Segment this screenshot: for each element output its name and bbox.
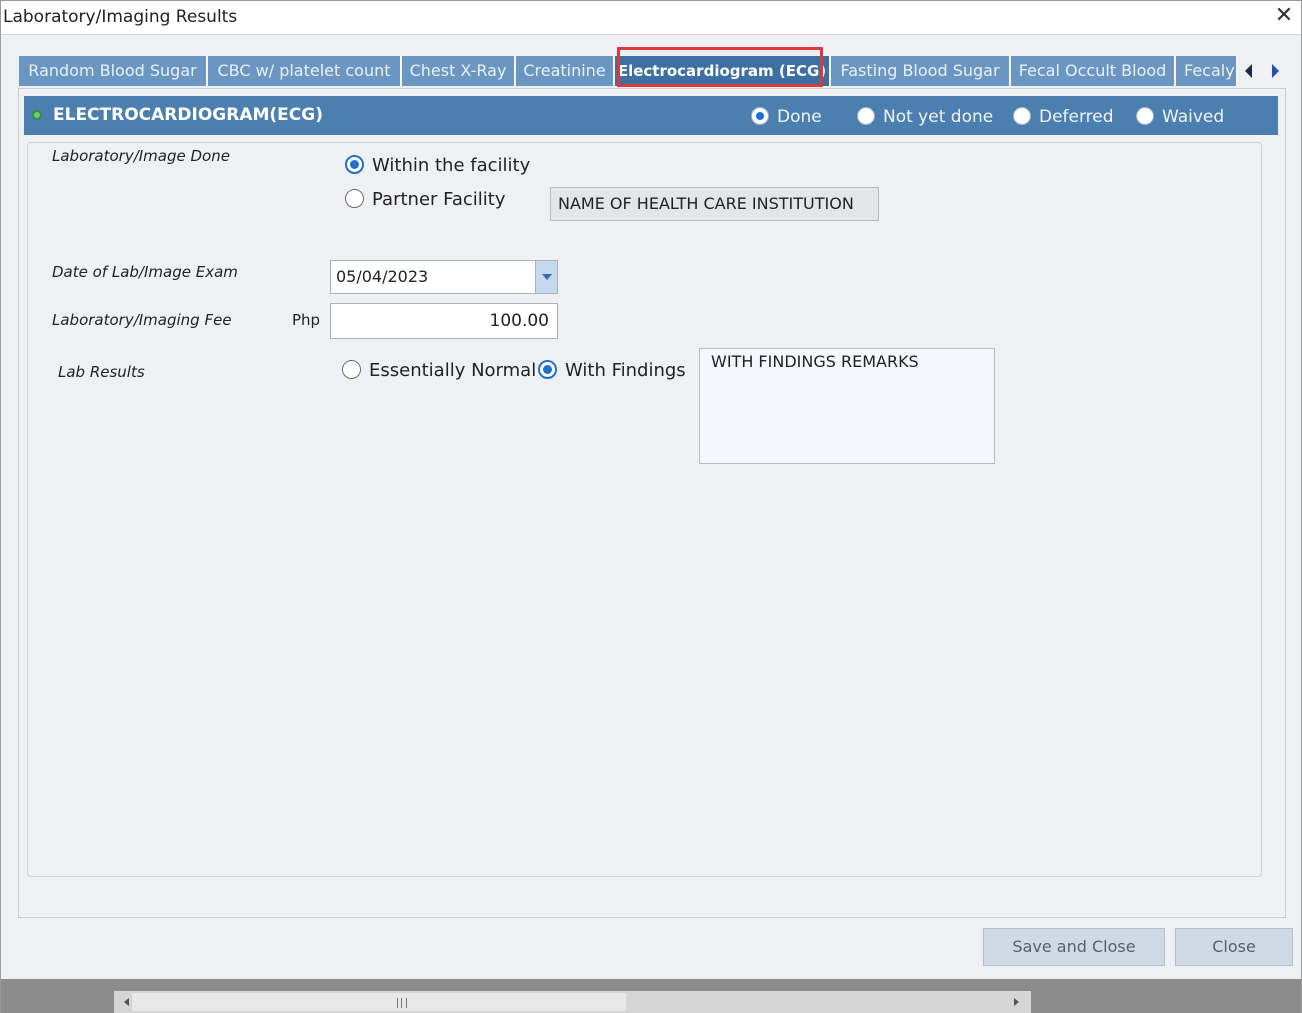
test-tabstrip: Random Blood Sugar CBC w/ platelet count… xyxy=(19,56,1281,88)
with-findings-label: With Findings xyxy=(565,360,686,381)
lab-results-label: Lab Results xyxy=(58,363,145,381)
radio-icon xyxy=(751,107,769,125)
exam-date-value: 05/04/2023 xyxy=(336,267,429,286)
status-deferred-radio[interactable]: Deferred xyxy=(1013,107,1114,127)
within-facility-radio[interactable]: Within the facility xyxy=(345,155,530,176)
status-not-yet-done-label: Not yet done xyxy=(883,107,994,127)
section-title: ELECTROCARDIOGRAM(ECG) xyxy=(53,105,323,125)
tab-scroll-left-icon[interactable] xyxy=(1245,64,1252,78)
window-title: Laboratory/Imaging Results xyxy=(3,7,238,27)
status-done-label: Done xyxy=(777,107,822,127)
exam-date-picker[interactable]: 05/04/2023 xyxy=(330,260,558,294)
tab-fasting-blood-sugar[interactable]: Fasting Blood Sugar xyxy=(831,56,1010,86)
status-done-radio[interactable]: Done xyxy=(751,107,822,127)
fee-input[interactable]: 100.00 xyxy=(330,303,558,339)
radio-icon xyxy=(345,155,364,174)
close-button[interactable]: Close xyxy=(1175,928,1293,966)
status-waived-label: Waived xyxy=(1162,107,1225,127)
tab-fecal-occult-blood[interactable]: Fecal Occult Blood xyxy=(1011,56,1175,86)
tab-scroll-right-icon[interactable] xyxy=(1272,64,1279,78)
status-deferred-label: Deferred xyxy=(1039,107,1114,127)
institution-name-field[interactable]: NAME OF HEALTH CARE INSTITUTION xyxy=(550,187,879,221)
scroll-right-icon[interactable] xyxy=(1014,998,1019,1006)
section-header: ELECTROCARDIOGRAM(ECG) Done Not yet done… xyxy=(24,96,1278,135)
date-label: Date of Lab/Image Exam xyxy=(52,263,238,281)
horizontal-scrollbar-area xyxy=(1,979,1301,1013)
radio-icon xyxy=(342,360,361,379)
partner-facility-radio[interactable]: Partner Facility xyxy=(345,189,505,210)
radio-icon xyxy=(1136,107,1154,125)
form-content-box xyxy=(27,142,1262,877)
save-and-close-button[interactable]: Save and Close xyxy=(983,928,1165,966)
tab-chest-xray[interactable]: Chest X-Ray xyxy=(402,56,515,86)
lab-imaging-results-window: Laboratory/Imaging Results ✕ Random Bloo… xyxy=(0,0,1302,1013)
essentially-normal-label: Essentially Normal xyxy=(369,360,537,381)
tab-random-blood-sugar[interactable]: Random Blood Sugar xyxy=(19,56,207,86)
fee-label: Laboratory/Imaging Fee xyxy=(52,311,232,329)
close-window-icon[interactable]: ✕ xyxy=(1271,3,1297,29)
tab-creatinine[interactable]: Creatinine xyxy=(516,56,614,86)
partner-facility-label: Partner Facility xyxy=(372,189,506,210)
lab-done-label: Laboratory/Image Done xyxy=(52,147,230,165)
radio-icon xyxy=(345,189,364,208)
currency-label: Php xyxy=(292,311,321,329)
essentially-normal-radio[interactable]: Essentially Normal xyxy=(342,360,536,381)
tab-cbc-platelet-count[interactable]: CBC w/ platelet count xyxy=(208,56,401,86)
radio-icon xyxy=(857,107,875,125)
within-facility-label: Within the facility xyxy=(372,155,531,176)
status-check-icon xyxy=(32,110,42,120)
horizontal-scrollbar[interactable] xyxy=(114,991,1031,1013)
radio-icon xyxy=(538,360,557,379)
scroll-left-icon[interactable] xyxy=(124,998,129,1006)
with-findings-radio[interactable]: With Findings xyxy=(538,360,686,381)
status-not-yet-done-radio[interactable]: Not yet done xyxy=(857,107,993,127)
radio-icon xyxy=(1013,107,1031,125)
findings-remarks-textarea[interactable]: WITH FINDINGS REMARKS xyxy=(699,348,995,464)
tab-scroll-buttons xyxy=(1237,56,1287,86)
title-bar: Laboratory/Imaging Results ✕ xyxy=(1,1,1301,35)
scrollbar-thumb[interactable] xyxy=(132,993,626,1011)
chevron-down-icon[interactable] xyxy=(535,261,557,293)
tab-electrocardiogram[interactable]: Electrocardiogram (ECG) xyxy=(615,56,830,86)
grip-icon xyxy=(397,998,407,1008)
tab-fecalysis[interactable]: Fecaly xyxy=(1176,56,1237,86)
status-waived-radio[interactable]: Waived xyxy=(1136,107,1224,127)
